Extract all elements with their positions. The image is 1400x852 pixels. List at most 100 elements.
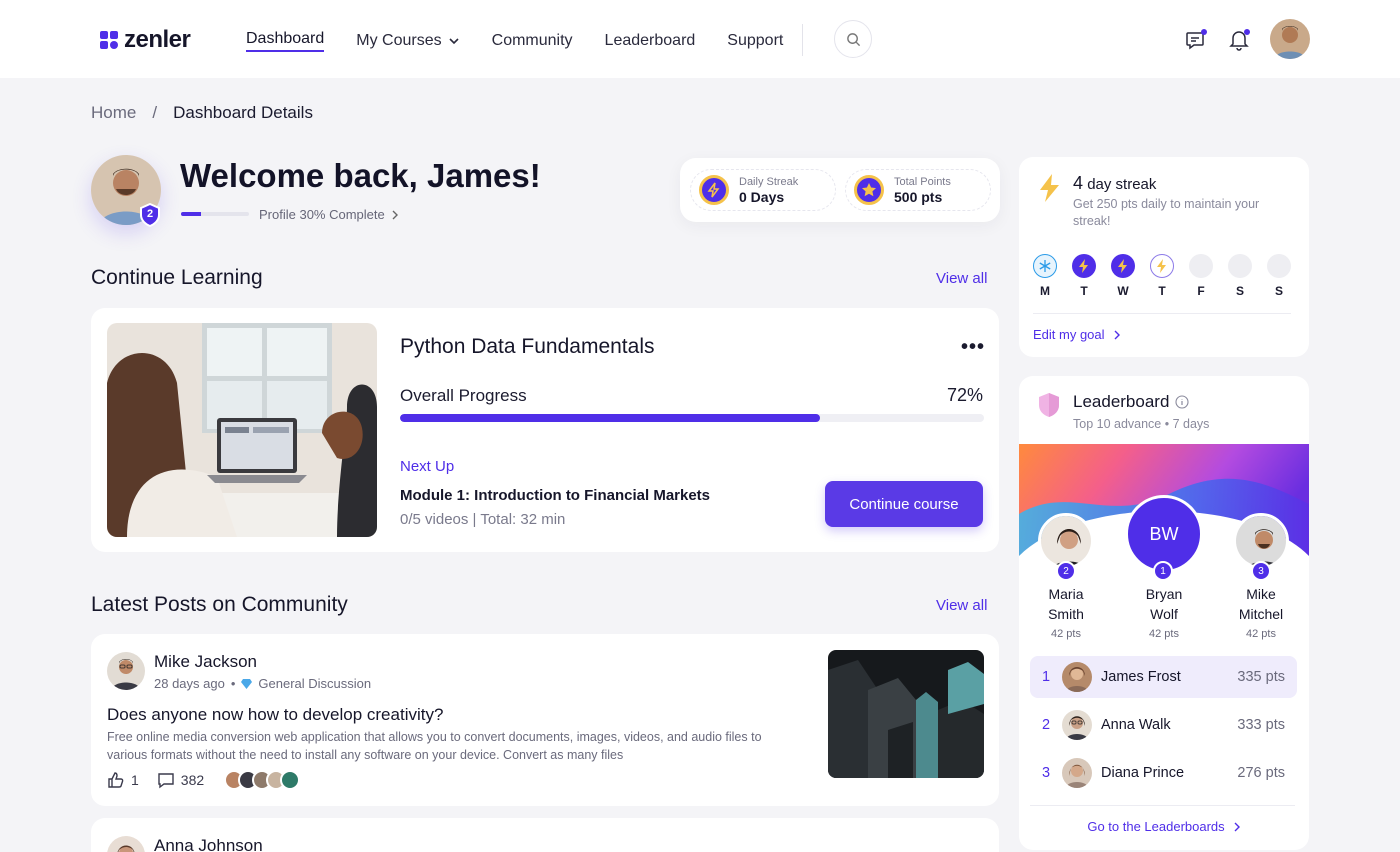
notifications-button[interactable] — [1227, 28, 1251, 52]
search-icon — [846, 32, 860, 46]
participant-avatar — [280, 770, 301, 790]
info-icon[interactable] — [1175, 395, 1189, 409]
post-image[interactable] — [828, 650, 984, 778]
day-label: T — [1158, 284, 1166, 298]
edit-goal-link[interactable]: Edit my goal — [1033, 327, 1121, 342]
day-label: M — [1040, 284, 1050, 298]
chevron-right-icon — [1234, 822, 1240, 831]
comment-icon[interactable] — [157, 771, 175, 789]
search-button[interactable] — [834, 20, 872, 58]
breadcrumb-home[interactable]: Home — [91, 103, 136, 123]
day-label: W — [1117, 284, 1129, 298]
post-category[interactable]: General Discussion — [258, 676, 371, 691]
star-icon — [854, 175, 884, 205]
row-avatar — [1062, 758, 1092, 788]
podium-last-name: Smith — [1048, 606, 1084, 622]
stats-card: Daily Streak 0 Days Total Points 500 pts — [680, 158, 1000, 222]
welcome-heading: Welcome back, James! — [180, 157, 541, 194]
nav-dashboard[interactable]: Dashboard — [246, 30, 325, 52]
messages-button[interactable] — [1184, 28, 1208, 52]
community-heading: Latest Posts on Community — [91, 593, 348, 616]
bolt-icon — [699, 175, 729, 205]
thumbs-up-icon[interactable] — [107, 771, 125, 789]
stat-label: Daily Streak — [739, 175, 799, 188]
leaderboard-title-text: Leaderboard — [1073, 392, 1170, 411]
course-card: Python Data Fundamentals ••• Overall Pro… — [91, 308, 999, 552]
zenler-logo[interactable]: zenler — [100, 26, 191, 54]
podium-third-info: Mike Mitchel 42 pts — [1221, 584, 1301, 640]
nav-leaderboard[interactable]: Leaderboard — [605, 30, 696, 52]
podium-first-info: Bryan Wolf 42 pts — [1124, 584, 1204, 640]
streak-title-suffix: day streak — [1087, 176, 1157, 193]
author-avatar[interactable] — [107, 836, 145, 852]
logo-text: zenler — [124, 26, 191, 53]
stat-label: Total Points — [894, 175, 951, 188]
community-post[interactable]: Anna Johnson — [91, 818, 999, 852]
podium-first-name: Maria — [1048, 586, 1084, 602]
profile-complete-link[interactable]: Profile 30% Complete — [259, 207, 399, 222]
post-actions: 1 382 — [107, 770, 301, 790]
post-author[interactable]: Anna Johnson — [154, 836, 263, 852]
podium-points: 42 pts — [1149, 628, 1179, 640]
go-to-leaderboards-link[interactable]: Go to the Leaderboards — [1019, 819, 1309, 834]
nav-support[interactable]: Support — [727, 30, 783, 52]
continue-course-button[interactable]: Continue course — [825, 481, 983, 527]
module-title: Module 1: Introduction to Financial Mark… — [400, 487, 711, 504]
nav-my-courses[interactable]: My Courses — [356, 30, 459, 52]
like-count: 1 — [131, 772, 139, 788]
lightning-icon — [1040, 174, 1059, 202]
empty-day-circle — [1228, 254, 1252, 278]
podium-first-name: Bryan — [1145, 586, 1183, 602]
nav-divider — [802, 24, 803, 56]
streak-count: 4 — [1073, 173, 1084, 193]
course-thumbnail[interactable] — [107, 323, 377, 537]
row-rank: 3 — [1041, 765, 1051, 781]
row-avatar — [1062, 710, 1092, 740]
leaderboard-row[interactable]: 3 Diana Prince 276 pts — [1030, 752, 1297, 794]
notification-dot — [1244, 29, 1250, 35]
day-friday: F — [1189, 254, 1213, 298]
streak-title: 4 day streak — [1073, 173, 1156, 194]
snowflake-icon — [1033, 254, 1057, 278]
top-navbar: zenler Dashboard My Courses Community Le… — [0, 0, 1400, 78]
breadcrumb-current: Dashboard Details — [173, 103, 313, 122]
post-title[interactable]: Does anyone now how to develop creativit… — [107, 705, 443, 725]
nav-community[interactable]: Community — [492, 30, 573, 52]
participant-avatars — [224, 770, 301, 790]
leaderboard-row[interactable]: 2 Anna Walk 333 pts — [1030, 704, 1297, 746]
progress-label: Overall Progress — [400, 386, 527, 405]
community-post[interactable]: Mike Jackson 28 days ago • General Discu… — [91, 634, 999, 806]
rank-badge: 2 — [1056, 561, 1076, 581]
daily-streak-stat: Daily Streak 0 Days — [690, 169, 836, 211]
row-name: Anna Walk — [1101, 717, 1171, 733]
podium-points: 42 pts — [1246, 628, 1276, 640]
day-wednesday: W — [1111, 254, 1135, 298]
row-rank: 1 — [1041, 669, 1051, 685]
day-label: S — [1235, 284, 1244, 298]
shield-icon — [1039, 393, 1059, 417]
next-up-label: Next Up — [400, 458, 455, 475]
bolt-icon — [1150, 254, 1174, 278]
notification-dot — [1201, 29, 1207, 35]
post-author[interactable]: Mike Jackson — [154, 652, 257, 672]
user-avatar[interactable] — [1270, 19, 1310, 59]
streak-card: 4 day streak Get 250 pts daily to mainta… — [1019, 157, 1309, 357]
continue-learning-view-all[interactable]: View all — [936, 270, 987, 287]
author-avatar[interactable] — [107, 652, 145, 690]
more-icon: ••• — [961, 336, 986, 358]
logo-mark-icon — [100, 31, 118, 49]
day-tuesday: T — [1072, 254, 1096, 298]
community-view-all[interactable]: View all — [936, 597, 987, 614]
row-points: 333 pts — [1237, 717, 1285, 733]
more-options-button[interactable]: ••• — [961, 336, 985, 359]
total-points-stat: Total Points 500 pts — [845, 169, 991, 211]
podium-second-info: Maria Smith 42 pts — [1026, 584, 1106, 640]
nav-my-courses-label: My Courses — [356, 32, 442, 49]
stat-value: 0 Days — [739, 188, 785, 205]
breadcrumb-separator: / — [152, 103, 158, 122]
course-title[interactable]: Python Data Fundamentals — [400, 335, 654, 359]
day-sunday: S — [1267, 254, 1291, 298]
row-points: 276 pts — [1237, 765, 1285, 781]
edit-goal-label: Edit my goal — [1033, 327, 1105, 342]
leaderboard-row[interactable]: 1 James Frost 335 pts — [1030, 656, 1297, 698]
